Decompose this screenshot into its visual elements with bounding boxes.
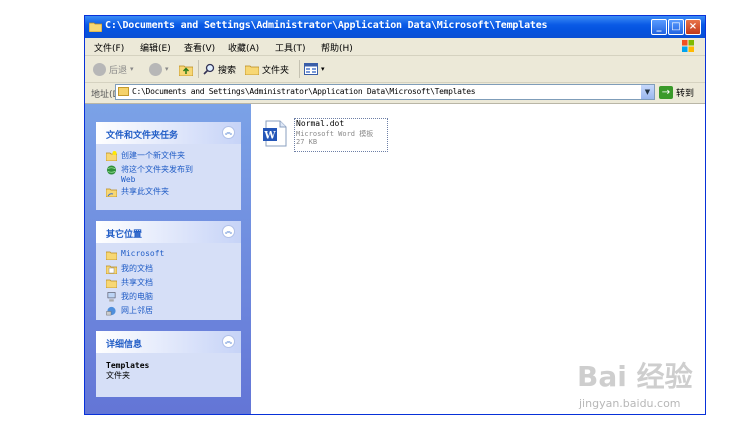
address-bar: 地址(D) C:\Documents and Settings\Administ… xyxy=(85,83,705,104)
place-shared-documents[interactable]: 共享文档 xyxy=(96,277,241,291)
file-name: Normal.dot xyxy=(296,119,345,128)
task-label-line2: Web xyxy=(121,175,136,184)
panel-header[interactable]: 其它位置 ︽ xyxy=(96,221,241,243)
task-share-folder[interactable]: 共享此文件夹 xyxy=(96,186,241,200)
task-label: 将这个文件夹发布到 xyxy=(121,165,193,174)
other-places-panel: 其它位置 ︽ Microsoft 我的文档 共享文档 我的电脑 网上邻居 xyxy=(96,221,241,320)
menu-tools[interactable]: 工具(T) xyxy=(275,41,306,54)
place-label: 我的文档 xyxy=(121,264,153,273)
details-panel: 详细信息 ︽ Templates 文件夹 xyxy=(96,331,241,397)
task-pane: 文件和文件夹任务 ︽ 创建一个新文件夹 将这个文件夹发布到 Web 共享此文件夹… xyxy=(85,104,251,414)
my-documents-icon xyxy=(106,265,117,274)
forward-arrow-icon xyxy=(149,62,162,76)
folders-button[interactable]: 文件夹 xyxy=(245,61,289,77)
folders-label: 文件夹 xyxy=(262,65,290,76)
search-icon xyxy=(203,63,215,75)
minimize-button[interactable]: _ xyxy=(651,19,667,35)
menu-favorites[interactable]: 收藏(A) xyxy=(228,41,259,54)
collapse-chevron-icon[interactable]: ︽ xyxy=(222,335,235,348)
shared-documents-icon xyxy=(106,279,117,288)
go-arrow-icon: → xyxy=(659,86,673,99)
place-my-computer[interactable]: 我的电脑 xyxy=(96,291,241,305)
go-label: 转到 xyxy=(676,89,695,99)
details-type: 文件夹 xyxy=(106,371,130,380)
task-publish-web[interactable]: 将这个文件夹发布到 Web xyxy=(96,164,241,186)
collapse-chevron-icon[interactable]: ︽ xyxy=(222,225,235,238)
collapse-chevron-icon[interactable]: ︽ xyxy=(222,126,235,139)
file-folder-tasks-panel: 文件和文件夹任务 ︽ 创建一个新文件夹 将这个文件夹发布到 Web 共享此文件夹 xyxy=(96,122,241,210)
panel-header[interactable]: 文件和文件夹任务 ︽ xyxy=(96,122,241,144)
publish-web-icon xyxy=(106,165,117,175)
file-size: 27 KB xyxy=(296,138,318,146)
svg-text:W: W xyxy=(263,131,276,142)
menu-bar: 文件(F) 编辑(E) 查看(V) 收藏(A) 工具(T) 帮助(H) xyxy=(85,38,705,56)
my-computer-icon xyxy=(107,292,116,302)
panel-header[interactable]: 详细信息 ︽ xyxy=(96,331,241,353)
folder-icon xyxy=(89,22,102,32)
up-folder-button[interactable] xyxy=(179,61,193,77)
baidu-watermark: Bai 经验 jingyan.baidu.com xyxy=(577,355,737,425)
go-button[interactable]: → 转到 xyxy=(659,85,694,100)
panel-title: 文件和文件夹任务 xyxy=(106,131,179,141)
word-template-icon: W xyxy=(263,120,287,147)
back-button[interactable]: 后退 ▾ xyxy=(93,61,134,77)
watermark-text: Bai 经验 xyxy=(577,360,693,393)
menu-view[interactable]: 查看(V) xyxy=(184,41,215,54)
search-button[interactable]: 搜索 xyxy=(203,61,236,77)
forward-button[interactable]: ▾ xyxy=(149,61,169,77)
task-new-folder[interactable]: 创建一个新文件夹 xyxy=(96,150,241,164)
windows-logo-icon xyxy=(682,40,694,52)
views-icon xyxy=(304,63,318,75)
place-label: 网上邻居 xyxy=(121,306,153,315)
maximize-button[interactable]: □ xyxy=(668,19,684,35)
place-label: 共享文档 xyxy=(121,278,153,287)
folders-icon xyxy=(245,65,259,75)
back-arrow-icon xyxy=(93,62,106,76)
toolbar: 后退 ▾ ▾ 搜索 文件夹 ▾ xyxy=(85,56,705,83)
panel-title: 详细信息 xyxy=(106,340,143,350)
menu-help[interactable]: 帮助(H) xyxy=(321,41,353,54)
views-button[interactable]: ▾ xyxy=(304,61,325,77)
place-network[interactable]: 网上邻居 xyxy=(96,305,241,319)
folder-icon xyxy=(118,87,129,96)
close-button[interactable]: × xyxy=(685,19,701,35)
place-label: Microsoft xyxy=(121,249,165,258)
panel-title: 其它位置 xyxy=(106,230,143,240)
place-my-documents[interactable]: 我的文档 xyxy=(96,263,241,277)
details-name: Templates xyxy=(106,361,150,370)
watermark-url: jingyan.baidu.com xyxy=(579,397,681,410)
task-label: 共享此文件夹 xyxy=(121,187,169,196)
search-label: 搜索 xyxy=(218,65,237,76)
place-label: 我的电脑 xyxy=(121,292,153,301)
share-folder-icon xyxy=(106,188,117,197)
folder-icon xyxy=(106,251,117,260)
address-dropdown-button[interactable]: ▼ xyxy=(641,85,654,99)
menu-file[interactable]: 文件(F) xyxy=(94,41,124,54)
back-label: 后退 xyxy=(109,65,128,76)
title-bar[interactable]: C:\Documents and Settings\Administrator\… xyxy=(85,16,705,38)
task-label: 创建一个新文件夹 xyxy=(121,151,185,160)
address-value: C:\Documents and Settings\Administrator\… xyxy=(132,87,476,96)
menu-edit[interactable]: 编辑(E) xyxy=(140,41,171,54)
window-title: C:\Documents and Settings\Administrator\… xyxy=(105,20,548,31)
network-places-icon xyxy=(106,306,116,316)
new-folder-icon xyxy=(106,151,117,161)
file-item[interactable]: W Normal.dot Microsoft Word 模板 27 KB xyxy=(260,118,388,154)
place-microsoft[interactable]: Microsoft xyxy=(96,249,241,263)
up-folder-icon xyxy=(179,65,193,76)
address-input[interactable]: C:\Documents and Settings\Administrator\… xyxy=(115,84,655,100)
